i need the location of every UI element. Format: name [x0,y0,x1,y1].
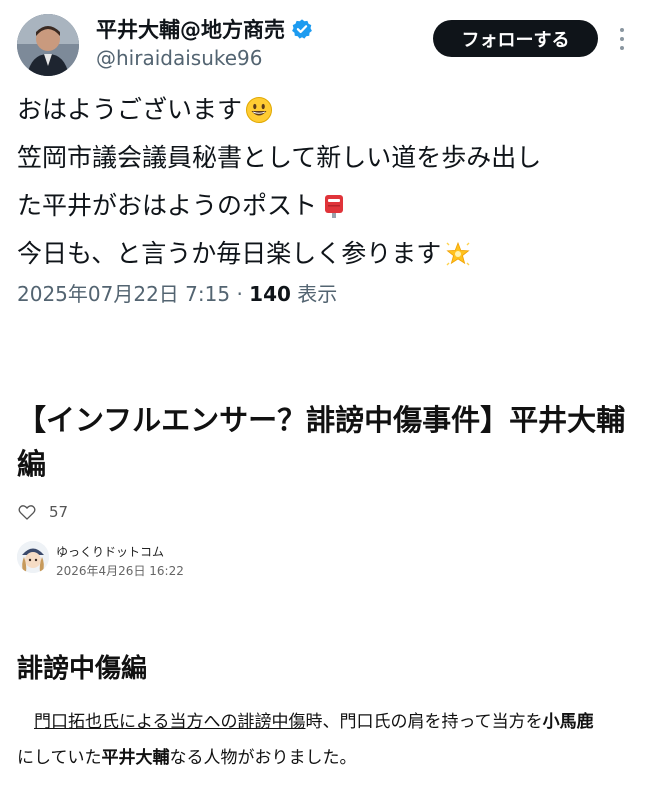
body-text: 時、門口氏の肩を持って当方を [305,712,543,732]
body-link[interactable]: 門口拓也氏による当方への誹謗中傷 [34,712,306,732]
article-title: 【インフルエンサー？誹謗中傷事件】平井大輔編 [17,403,626,481]
postbox-emoji [325,195,344,218]
views-label: 表示 [297,282,338,306]
tweet-line: おはようございます [17,86,637,134]
follow-button[interactable]: フォローする [433,20,598,57]
section-heading: 誹謗中傷編 [17,654,148,684]
tweet-line-text: 笠岡市議会議員秘書として新しい道を歩み出し [17,143,542,172]
likes-count: 57 [49,503,69,521]
meta-separator: · [236,282,243,306]
article-body: 門口拓也氏による当方への誹謗中傷時、門口氏の肩を持って当方を小馬鹿にしていた平井… [17,704,637,776]
tweet-line-text: 今日も、と言うか毎日楽しく参ります [17,239,442,268]
user-avatar[interactable] [17,14,79,76]
author-name[interactable]: ゆっくりドットコム [56,543,164,560]
user-handle[interactable]: @hiraidaisuke96 [96,46,263,70]
author-avatar[interactable] [17,541,49,573]
tweet-embed: 平井大輔@地方商売 @hiraidaisuke96 フォローする おはようござい… [0,0,652,320]
tweet-line: 笠岡市議会議員秘書として新しい道を歩み出し [17,134,637,182]
body-bold: 平井大輔 [101,748,170,768]
heart-icon[interactable] [17,502,37,522]
tweet-line-text: おはようございます [17,95,243,124]
glowing-star-emoji [446,241,470,266]
verified-badge-icon [292,19,312,39]
tweet-line: 今日も、と言うか毎日楽しく参ります [17,230,637,278]
body-bold: 小馬鹿 [542,712,594,732]
body-text: にしていた [17,748,102,768]
likes: 57 [17,502,68,522]
tweet-meta: 2025年07月22日 7:15 · 140 表示 [17,278,337,307]
body-text: なる人物がおりました。 [169,748,357,768]
tweet-line: た平井がおはようのポスト [17,182,637,230]
tweet-date[interactable]: 2025年07月22日 7:15 [17,282,230,306]
tweet-line-text: た平井がおはようのポスト [17,191,318,220]
more-options-icon[interactable] [612,24,632,54]
author-date: 2026年4月26日 16:22 [56,564,184,578]
grinning-face-emoji [246,97,273,123]
tweet-text: おはようございます 笠岡市議会議員秘書として新しい道を歩み出し た平井がおはよう… [17,86,637,278]
user-name[interactable]: 平井大輔@地方商売 [96,14,285,44]
views-count: 140 [249,282,291,306]
